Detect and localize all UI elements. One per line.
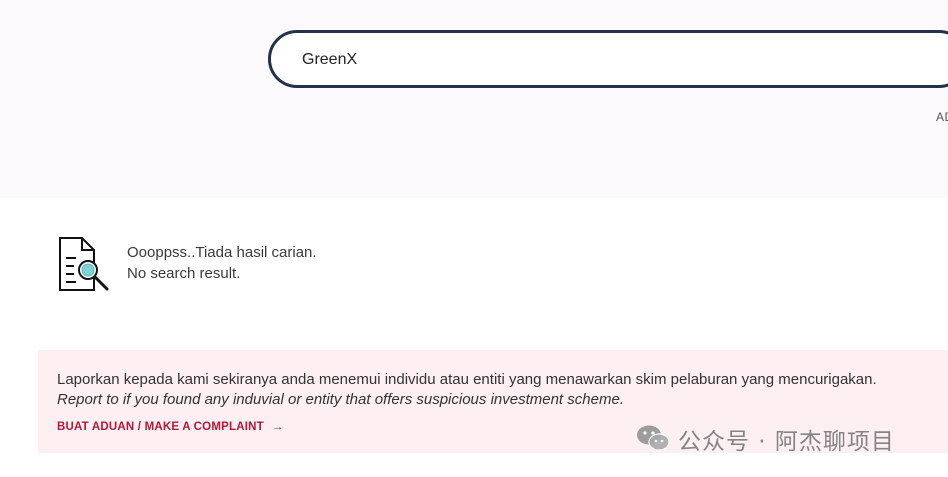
watermark: 公众号 · 阿杰聊项目 xyxy=(636,420,936,455)
arrow-right-icon: → xyxy=(271,421,284,433)
search-input[interactable] xyxy=(302,48,902,72)
make-complaint-link[interactable]: BUAT ADUAN / MAKE A COMPLAINT → xyxy=(57,421,284,433)
document-search-icon xyxy=(59,237,109,291)
no-result-text-en: No search result. xyxy=(127,265,241,282)
search-box[interactable] xyxy=(268,30,948,88)
search-section: AD xyxy=(0,0,948,198)
no-result-text-ms: Oooppss..Tiada hasil carian. xyxy=(127,244,317,261)
make-complaint-label: BUAT ADUAN / MAKE A COMPLAINT xyxy=(57,421,264,433)
report-text-ms: Laporkan kepada kami sekiranya anda mene… xyxy=(57,371,877,388)
no-result-message: Oooppss..Tiada hasil carian. No search r… xyxy=(54,236,454,296)
watermark-text: 公众号 · 阿杰聊项目 xyxy=(678,429,895,455)
report-text-en: Report to if you found any induvial or e… xyxy=(57,391,624,408)
wechat-icon xyxy=(637,425,670,451)
advanced-search-link[interactable]: AD xyxy=(936,110,948,124)
